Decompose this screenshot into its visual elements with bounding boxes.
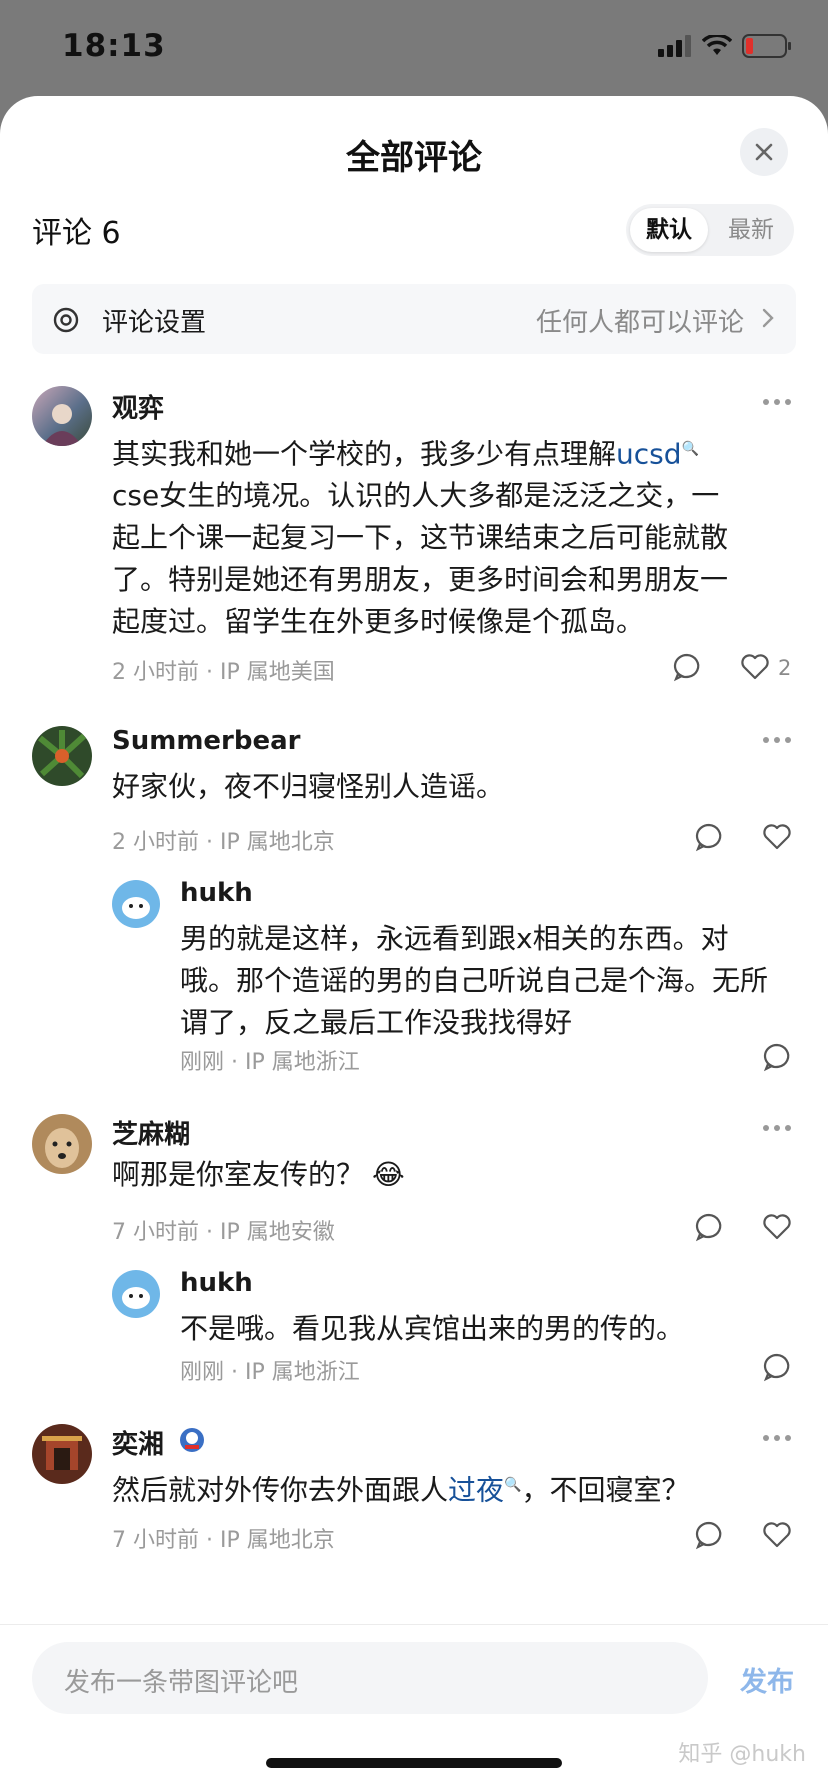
like-icon[interactable]: [762, 1520, 792, 1548]
comment-author[interactable]: 芝麻糊: [112, 1114, 190, 1151]
avatar[interactable]: [112, 1270, 160, 1318]
like-count: 2: [778, 656, 792, 680]
more-icon[interactable]: [762, 398, 792, 406]
comment-text: 其实我和她一个学校的，我多少有点理解ucsd🔍 cse女生的境况。认识的人大多都…: [112, 437, 729, 639]
comment-meta: 2 小时前 · IP 属地美国: [112, 660, 335, 685]
reply-author[interactable]: hukh: [180, 878, 253, 908]
status-icons: [658, 34, 792, 58]
reply-icon[interactable]: [672, 652, 702, 682]
more-icon[interactable]: [762, 1124, 792, 1132]
reply-icon[interactable]: [694, 822, 724, 852]
status-bar: 18:13: [0, 0, 828, 96]
chevron-right-icon: [762, 308, 774, 328]
avatar[interactable]: [32, 386, 92, 446]
comment-author[interactable]: 观弈: [112, 388, 164, 425]
comment-input-placeholder: 发布一条带图评论吧: [64, 1668, 299, 1698]
comment-meta: 7 小时前 · IP 属地北京: [112, 1528, 335, 1553]
more-icon[interactable]: [762, 1434, 792, 1442]
reply-meta: 刚刚 · IP 属地浙江: [180, 1050, 360, 1075]
reply-text: 不是哦。看见我从宾馆出来的男的传的。: [180, 1312, 685, 1345]
signal-icon: [658, 35, 691, 57]
avatar[interactable]: [32, 726, 92, 786]
search-link[interactable]: ucsd: [616, 437, 682, 470]
like-icon[interactable]: [762, 1212, 792, 1240]
search-icon: 🔍: [681, 441, 699, 457]
laughing-emoji: 😂: [372, 1158, 405, 1191]
settings-value: 任何人都可以评论: [535, 308, 744, 338]
close-icon: [755, 143, 773, 161]
footer-divider: [0, 1624, 828, 1625]
search-link[interactable]: 过夜: [448, 1473, 504, 1506]
avatar[interactable]: [32, 1114, 92, 1174]
close-button[interactable]: [740, 128, 788, 176]
watermark: 知乎 @hukh: [678, 1742, 806, 1767]
comments-sheet: 全部评论 评论 6 默认 最新 评论设置 任何人都可以评论 观弈 其实我和她一个…: [0, 96, 828, 1792]
reply-author[interactable]: hukh: [180, 1268, 253, 1298]
reply-text: 男的就是这样，永远看到跟x相关的东西。对 哦。那个造谣的男的自己听说自己是个海。…: [180, 922, 769, 1039]
avatar[interactable]: [32, 1424, 92, 1484]
sort-default-button[interactable]: 默认: [630, 208, 708, 252]
comment-text: 然后就对外传你去外面跟人过夜🔍，不回寝室？: [112, 1473, 690, 1507]
reply-icon[interactable]: [762, 1042, 792, 1072]
search-icon: 🔍: [504, 1477, 522, 1493]
comment-settings-row[interactable]: 评论设置 任何人都可以评论: [32, 284, 796, 354]
comment-author[interactable]: Summerbear: [112, 726, 301, 756]
sort-latest-button[interactable]: 最新: [712, 208, 790, 252]
comment-text: 好家伙，夜不归寝怪别人造谣。: [112, 770, 505, 803]
like-icon[interactable]: [762, 822, 792, 850]
comment-input[interactable]: 发布一条带图评论吧: [32, 1642, 708, 1714]
battery-icon: [742, 34, 791, 58]
more-icon[interactable]: [762, 736, 792, 744]
reply-icon[interactable]: [694, 1520, 724, 1550]
like-icon[interactable]: [740, 652, 770, 680]
status-time: 18:13: [62, 28, 166, 64]
badge-icon: [180, 1428, 204, 1452]
comment-meta: 2 小时前 · IP 属地北京: [112, 830, 335, 855]
comment-text: 啊那是你室友传的？ 😂: [112, 1158, 405, 1191]
reply-icon[interactable]: [762, 1352, 792, 1382]
comment-count: 评论 6: [32, 216, 121, 251]
avatar[interactable]: [112, 880, 160, 928]
home-indicator[interactable]: [266, 1758, 562, 1768]
sort-toggle: 默认 最新: [626, 204, 794, 256]
sheet-title: 全部评论: [346, 138, 482, 178]
reply-meta: 刚刚 · IP 属地浙江: [180, 1360, 360, 1385]
reply-icon[interactable]: [694, 1212, 724, 1242]
wifi-icon: [702, 35, 732, 55]
settings-label: 评论设置: [102, 308, 207, 338]
comment-meta: 7 小时前 · IP 属地安徽: [112, 1220, 335, 1245]
publish-button[interactable]: 发布: [740, 1660, 794, 1699]
settings-icon: [53, 307, 79, 333]
comment-author[interactable]: 奕湘: [112, 1424, 164, 1461]
